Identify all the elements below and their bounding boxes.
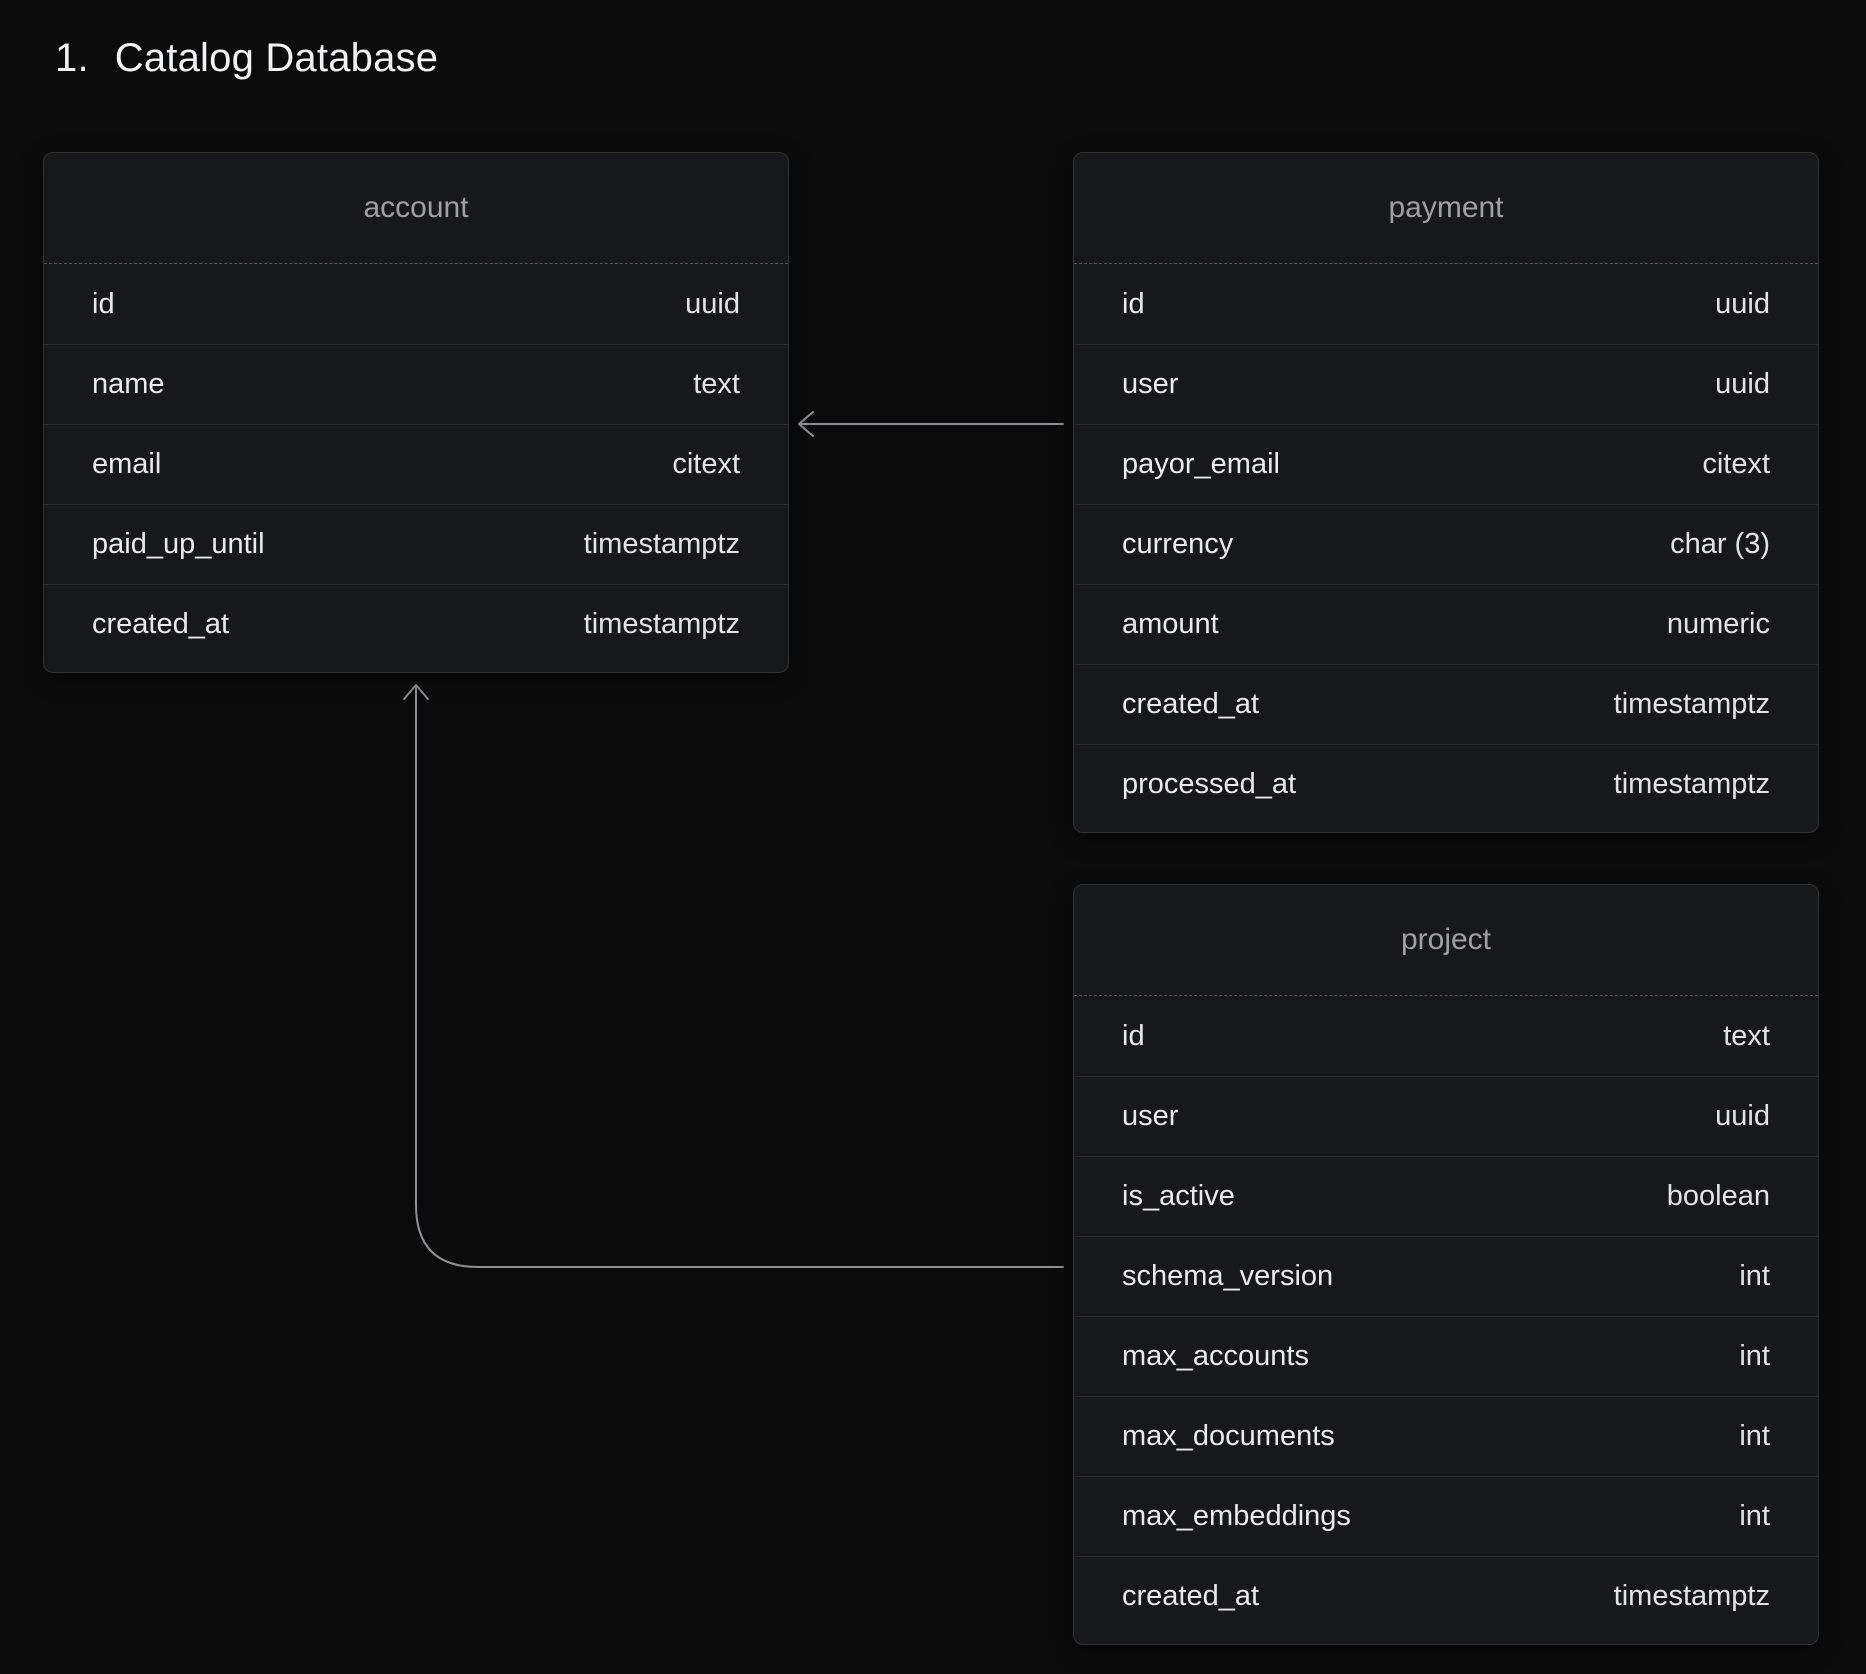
field-name: payor_email <box>1122 448 1280 481</box>
field-name: id <box>1122 1020 1145 1053</box>
field-name: user <box>1122 1100 1178 1133</box>
field-name: max_accounts <box>1122 1340 1309 1373</box>
field-name: max_documents <box>1122 1420 1335 1453</box>
field-type: timestamptz <box>584 528 740 561</box>
table-row: currency char (3) <box>1074 504 1818 584</box>
table-account-rows: id uuid name text email citext paid_up_u… <box>44 264 788 664</box>
field-type: uuid <box>1715 288 1770 321</box>
relation-payment-account-line <box>799 412 1063 436</box>
table-payment-header: payment <box>1074 153 1818 264</box>
table-row: is_active boolean <box>1074 1156 1818 1236</box>
page-title: 1. Catalog Database <box>55 36 438 81</box>
field-type: timestamptz <box>1614 688 1770 721</box>
field-name: amount <box>1122 608 1219 641</box>
field-name: max_embeddings <box>1122 1500 1351 1533</box>
table-row: max_embeddings int <box>1074 1476 1818 1556</box>
field-name: id <box>1122 288 1145 321</box>
table-row: created_at timestamptz <box>44 584 788 664</box>
table-row: id text <box>1074 996 1818 1076</box>
table-row: created_at timestamptz <box>1074 1556 1818 1636</box>
table-payment-title: payment <box>1388 191 1503 225</box>
field-name: created_at <box>1122 688 1259 721</box>
table-payment[interactable]: payment id uuid user uuid payor_email ci… <box>1073 152 1819 833</box>
field-type: int <box>1739 1260 1770 1293</box>
field-type: text <box>693 368 740 401</box>
field-type: citext <box>672 448 740 481</box>
table-row: user uuid <box>1074 1076 1818 1156</box>
table-row: max_accounts int <box>1074 1316 1818 1396</box>
table-payment-rows: id uuid user uuid payor_email citext cur… <box>1074 264 1818 824</box>
field-name: created_at <box>92 608 229 641</box>
relation-project-account-line <box>404 685 1063 1267</box>
diagram-canvas: 1. Catalog Database account id uuid name… <box>0 0 1866 1674</box>
field-type: citext <box>1702 448 1770 481</box>
page-title-number: 1. <box>55 36 89 81</box>
field-name: paid_up_until <box>92 528 265 561</box>
field-type: text <box>1723 1020 1770 1053</box>
field-type: char (3) <box>1670 528 1770 561</box>
field-type: numeric <box>1667 608 1770 641</box>
field-type: timestamptz <box>1614 1580 1770 1613</box>
field-type: boolean <box>1667 1180 1770 1213</box>
table-row: payor_email citext <box>1074 424 1818 504</box>
table-project[interactable]: project id text user uuid is_active bool… <box>1073 884 1819 1645</box>
field-name: id <box>92 288 115 321</box>
field-type: timestamptz <box>1614 768 1770 801</box>
field-name: user <box>1122 368 1178 401</box>
table-project-rows: id text user uuid is_active boolean sche… <box>1074 996 1818 1636</box>
field-name: is_active <box>1122 1180 1235 1213</box>
table-row: max_documents int <box>1074 1396 1818 1476</box>
table-row: schema_version int <box>1074 1236 1818 1316</box>
table-project-title: project <box>1401 923 1491 957</box>
table-row: name text <box>44 344 788 424</box>
field-type: int <box>1739 1420 1770 1453</box>
table-row: processed_at timestamptz <box>1074 744 1818 824</box>
field-type: uuid <box>1715 1100 1770 1133</box>
field-name: created_at <box>1122 1580 1259 1613</box>
table-row: created_at timestamptz <box>1074 664 1818 744</box>
table-row: id uuid <box>1074 264 1818 344</box>
field-type: int <box>1739 1340 1770 1373</box>
table-account-title: account <box>363 191 468 225</box>
table-project-header: project <box>1074 885 1818 996</box>
table-row: paid_up_until timestamptz <box>44 504 788 584</box>
field-name: name <box>92 368 165 401</box>
field-type: uuid <box>685 288 740 321</box>
table-row: email citext <box>44 424 788 504</box>
field-type: int <box>1739 1500 1770 1533</box>
field-name: currency <box>1122 528 1233 561</box>
table-account-header: account <box>44 153 788 264</box>
page-title-text: Catalog Database <box>115 36 438 81</box>
table-row: user uuid <box>1074 344 1818 424</box>
field-name: email <box>92 448 161 481</box>
field-type: timestamptz <box>584 608 740 641</box>
table-row: id uuid <box>44 264 788 344</box>
field-name: processed_at <box>1122 768 1296 801</box>
table-account[interactable]: account id uuid name text email citext p… <box>43 152 789 673</box>
field-type: uuid <box>1715 368 1770 401</box>
table-row: amount numeric <box>1074 584 1818 664</box>
field-name: schema_version <box>1122 1260 1333 1293</box>
